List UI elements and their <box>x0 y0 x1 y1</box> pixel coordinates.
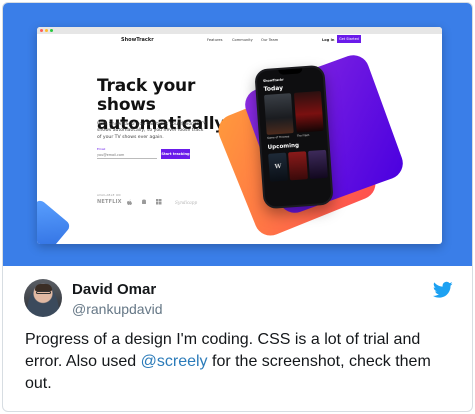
show-title: Game of Thrones <box>266 135 290 140</box>
apple-icon <box>127 199 132 207</box>
maximize-dot-icon <box>50 29 53 32</box>
poster-game-of-thrones <box>263 93 294 135</box>
email-label: Email <box>97 147 106 151</box>
close-dot-icon <box>40 29 43 32</box>
hero-description: With ShowTrackr you can track your favor… <box>97 122 207 140</box>
android-icon <box>141 199 147 207</box>
nav-link-community[interactable]: Community <box>232 38 253 42</box>
author-name[interactable]: David Omar <box>72 281 156 298</box>
email-field[interactable]: Email <box>97 146 157 159</box>
nav-link-our-team[interactable]: Our Team <box>261 38 278 42</box>
minimize-dot-icon <box>45 29 48 32</box>
phone-app-logo: ShowTrackr <box>262 77 284 84</box>
poster-letter: W <box>274 162 282 171</box>
windows-icon <box>156 199 162 207</box>
poster-upcoming <box>308 149 328 179</box>
browser-titlebar <box>37 27 442 34</box>
avatar[interactable] <box>24 279 62 317</box>
mention-link[interactable]: @screely <box>141 353 208 370</box>
site-logo[interactable]: ShowTrackr <box>121 37 154 43</box>
start-tracking-button[interactable]: Start tracking <box>161 149 190 159</box>
syndicapp-logo: Syndicapp <box>175 200 198 205</box>
avatar-glasses <box>36 291 51 294</box>
nav-link-features[interactable]: Features <box>207 38 222 42</box>
author-handle[interactable]: @rankupdavid <box>72 301 163 317</box>
phone-mockup: ShowTrackr Today Game of Thrones The Fla… <box>254 64 334 210</box>
poster-upcoming <box>288 151 308 181</box>
avatar-hair <box>35 284 52 291</box>
available-on-label: AVAILABLE ON <box>97 193 121 197</box>
phone-today-title: Today <box>263 84 284 93</box>
twitter-bird-icon[interactable] <box>433 281 453 299</box>
netflix-logo: NETFLIX <box>97 199 122 205</box>
tweet-text: Progress of a design I'm coding. CSS is … <box>25 329 455 395</box>
email-input[interactable] <box>97 152 155 158</box>
poster-upcoming: W <box>268 152 289 182</box>
headline-line-1: Track your shows <box>97 76 196 115</box>
screenshot-hero: ShowTrackr Features Community Our Team L… <box>3 3 472 266</box>
show-title: The Flash <box>296 133 310 138</box>
phone-upcoming-title: Upcoming <box>267 142 300 151</box>
login-link[interactable]: Log in <box>322 38 334 42</box>
get-started-button[interactable]: Get Started <box>337 35 361 43</box>
poster-the-flash <box>293 91 324 133</box>
browser-window: ShowTrackr Features Community Our Team L… <box>37 27 442 244</box>
phone-notch <box>278 67 303 75</box>
decorative-corner-shape <box>37 198 72 244</box>
tweet-card: ShowTrackr Features Community Our Team L… <box>2 2 473 412</box>
